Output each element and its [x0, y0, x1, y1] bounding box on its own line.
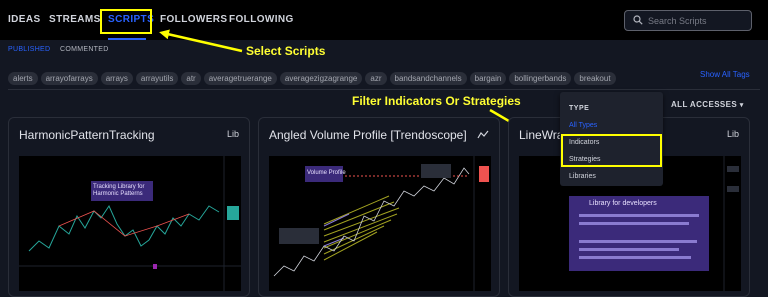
script-card[interactable]: HarmonicPatternTracking Lib Tracking Lib…	[8, 117, 250, 297]
card-title[interactable]: HarmonicPatternTracking	[19, 128, 155, 142]
tag-chip[interactable]: atr	[181, 72, 201, 85]
nav-ideas[interactable]: IDEAS	[8, 14, 41, 25]
filter-option-libraries[interactable]: Libraries	[569, 173, 596, 180]
chart-thumbnail[interactable]: Volume Profile	[269, 156, 491, 291]
tag-list: alerts arrayofarrays arrays arrayutils atr av…	[8, 68, 619, 85]
card-type-label: Lib	[226, 129, 239, 139]
scripts-highlight-box	[100, 9, 152, 34]
tag-chip[interactable]: bollingerbands	[509, 72, 572, 85]
chart-preview-icon	[19, 156, 241, 291]
card-type-label: Lib	[726, 129, 739, 139]
filter-annotation: Filter Indicators Or Strategies	[352, 94, 521, 108]
tag-chip[interactable]: azr	[365, 72, 387, 85]
tag-chip[interactable]: arrays	[100, 72, 133, 85]
filter-highlight-box	[561, 134, 662, 167]
all-accesses-label: ALL ACCESSES	[671, 100, 738, 109]
nav-following[interactable]: FOLLOWING	[229, 14, 294, 25]
search-icon	[633, 15, 643, 25]
card-title[interactable]: Angled Volume Profile [Trendoscope]	[269, 128, 467, 142]
chart-caption: Library for developers	[589, 200, 657, 207]
filter-option-all-types[interactable]: All Types	[569, 122, 597, 129]
chart-preview-icon	[273, 156, 489, 291]
nav-followers[interactable]: FOLLOWERS	[160, 14, 227, 25]
card-title[interactable]: LineWra	[519, 128, 563, 142]
script-card[interactable]: Angled Volume Profile [Trendoscope] Volu…	[258, 117, 500, 297]
nav-streams[interactable]: STREAMS	[49, 14, 101, 25]
tag-chip[interactable]: alerts	[8, 72, 38, 85]
select-scripts-annotation: Select Scripts	[246, 44, 326, 58]
chart-caption: Tracking Library for Harmonic Patterns	[93, 184, 145, 197]
tag-chip[interactable]: arrayutils	[135, 72, 179, 85]
tag-chip[interactable]: arrayofarrays	[40, 72, 98, 85]
tag-chip[interactable]: breakout	[574, 72, 616, 85]
chart-caption: Volume Profile	[307, 170, 346, 176]
search-input[interactable]	[648, 14, 748, 28]
all-accesses-dropdown[interactable]: ALL ACCESSES ▾	[671, 100, 744, 109]
chevron-down-icon: ▾	[739, 102, 744, 109]
tag-chip[interactable]: averagetruerange	[203, 72, 277, 85]
tag-chip[interactable]: bandsandchannels	[389, 72, 467, 85]
indicator-icon	[477, 130, 489, 139]
tab-published[interactable]: PUBLISHED	[8, 46, 50, 53]
type-heading: TYPE	[569, 105, 590, 112]
tab-commented[interactable]: COMMENTED	[60, 46, 109, 53]
tag-chip[interactable]: bargain	[469, 72, 507, 85]
divider	[8, 89, 760, 90]
tag-chip[interactable]: averagezigzagrange	[279, 72, 363, 85]
show-all-tags-link[interactable]: Show All Tags	[700, 70, 750, 79]
sub-tabs: PUBLISHED COMMENTED	[0, 40, 768, 60]
search-box[interactable]	[624, 10, 752, 31]
chart-thumbnail[interactable]: Tracking Library for Harmonic Patterns	[19, 156, 241, 291]
